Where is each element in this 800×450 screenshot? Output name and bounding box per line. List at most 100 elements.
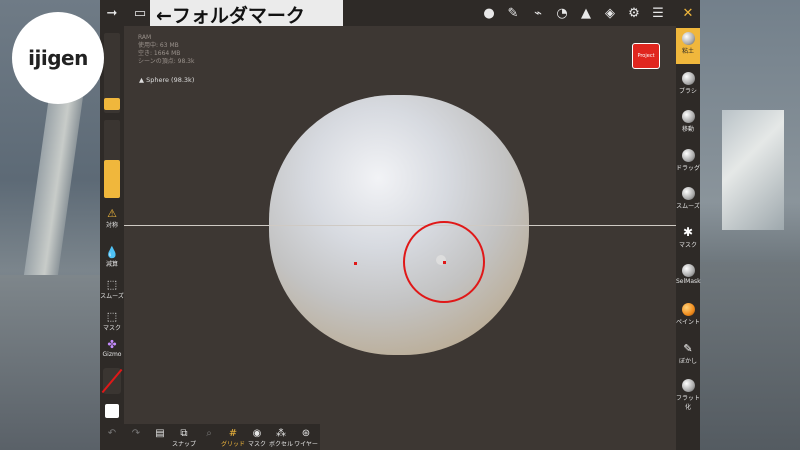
gizmo-label: Gizmo [102,351,122,358]
tool-blur[interactable]: ✎ ぼかし [676,342,700,365]
logo-text: ijigen [28,46,88,70]
tool-brush[interactable]: ブラシ [676,72,700,95]
tool-drag[interactable]: ドラッグ [676,149,700,172]
selmask-icon [681,264,695,277]
wire-button[interactable]: ⊛ ワイヤー [294,428,318,448]
search-button[interactable]: ⌕ [197,428,221,439]
dropper-icon[interactable]: ⌁ [528,3,548,23]
ram-line: RAM [138,34,152,41]
wire-icon: ⊛ [301,428,311,439]
redo-button[interactable]: ↷ [124,428,148,439]
tool-drag-label: ドラッグ [676,165,701,172]
voxel-button[interactable]: ⁂ ボクセル [269,428,293,448]
tool-selmask-label: SelMask [676,278,701,285]
tool-paint-label: ペイント [676,319,701,326]
tool-flatten[interactable]: フラット化 [676,379,700,411]
redo-icon: ↷ [131,428,141,439]
ijigen-logo: ijigen [12,12,104,104]
tool-mask[interactable]: ✱ マスク [676,225,700,250]
wire-label: ワイヤー [294,441,318,448]
ram-line: シーンの頂点: 98.3k [138,58,195,65]
undo-icon: ↶ [107,428,117,439]
mask-label: マスク [102,325,121,332]
blur-icon: ✎ [683,342,693,355]
tool-brush-label: ブラシ [679,88,697,95]
gear-icon[interactable]: ⚙ [624,3,644,23]
folder-icon[interactable]: ▭ [130,3,150,23]
tool-flatten-label: フラット化 [676,395,701,411]
symmetry-icon: ⚠ [107,207,117,220]
tool-move[interactable]: 移動 [676,110,700,133]
drop-icon: 💧 [105,246,119,259]
doc-icon: ▤ [155,428,165,439]
brush-icon [681,72,695,85]
tool-blur-label: ぼかし [678,358,697,365]
undo-button[interactable]: ↶ [100,428,124,439]
symmetry-button[interactable]: ⚠ 対称 [100,207,124,229]
eye-icon: ◉ [252,428,262,439]
tool-smooth-label: スムーズ [676,203,700,210]
menu-icon[interactable]: ☰ [648,3,668,23]
grid-label: グリッド [221,441,246,448]
move-icon [681,110,695,123]
search-icon: ⌕ [206,428,212,439]
subtract-label: 減算 [105,261,118,268]
color-swatch[interactable] [105,404,119,418]
grid-icon: # [228,428,238,439]
snapshot-icon: ⧉ [180,428,188,439]
mask-toggle-button[interactable]: ⬚ マスク [100,310,124,332]
paint-icon [681,303,695,316]
clay-icon [681,32,695,45]
gizmo-button[interactable]: ✤ Gizmo [100,338,124,358]
smooth-icon: ⬚ [106,278,118,291]
doc-button[interactable]: ▤ [148,428,172,439]
horizon-line [124,225,676,226]
gizmo-icon: ✤ [107,338,117,351]
ram-info: RAM 使用中: 63 MB 空き: 1664 MB シーンの頂点: 98.3k [138,34,194,66]
voxel-icon: ⁂ [276,428,286,439]
floor-right [700,262,800,450]
tool-clay[interactable]: 粘土 [676,28,700,64]
pen-icon[interactable]: ✎ [503,3,523,23]
mask-view-button[interactable]: ◉ マスク [245,428,269,448]
mask-icon: ⬚ [106,310,118,323]
tool-move-label: 移動 [681,126,694,133]
flatten-icon [681,379,695,392]
tool-selmask[interactable]: SelMask [676,264,701,285]
ram-line: 使用中: 63 MB [138,42,179,49]
brush-center-dot [443,261,446,264]
prism-icon[interactable]: ▲ [576,3,596,23]
voxel-label: ボクセル [269,441,294,448]
snapshot-button[interactable]: ⧉ スナップ [172,428,196,448]
ram-line: 空き: 1664 MB [138,50,181,57]
folder-annotation: ←フォルダマーク [150,0,343,28]
subtract-button[interactable]: 💧 減算 [100,246,124,268]
pivot-dot [354,262,357,265]
tool-clay-label: 粘土 [681,48,694,55]
drag-icon [681,149,695,162]
smooth-toggle-button[interactable]: ⬚ スムーズ [100,278,124,300]
tool-smooth[interactable]: スムーズ [676,187,700,210]
tool-paint[interactable]: ペイント [676,303,700,326]
background-right [700,0,800,450]
layers-icon[interactable]: ◈ [600,3,620,23]
tools-icon[interactable]: ✕ [678,3,698,23]
arrow-icon[interactable]: ➞ [102,3,122,23]
grid-button[interactable]: # グリッド [221,428,245,448]
radius-slider-fill [104,98,120,110]
camera-icon[interactable]: ◔ [552,3,572,23]
smooth-brush-icon [681,187,695,200]
smooth-label: スムーズ [100,293,124,300]
tool-mask-label: マスク [678,242,697,249]
material-ball-icon[interactable]: ● [479,3,499,23]
object-label[interactable]: ▲ Sphere (98.3k) [139,76,194,84]
project-button[interactable]: Project [632,43,660,69]
glass-panel [722,110,784,230]
mask-view-label: マスク [247,441,266,448]
floor-left [0,275,100,450]
stroke-preview[interactable] [101,368,123,394]
symmetry-label: 対称 [105,222,118,229]
object-name: Sphere (98.3k) [146,76,195,84]
mask-puzzle-icon: ✱ [682,225,694,239]
intensity-slider-fill [104,160,120,198]
